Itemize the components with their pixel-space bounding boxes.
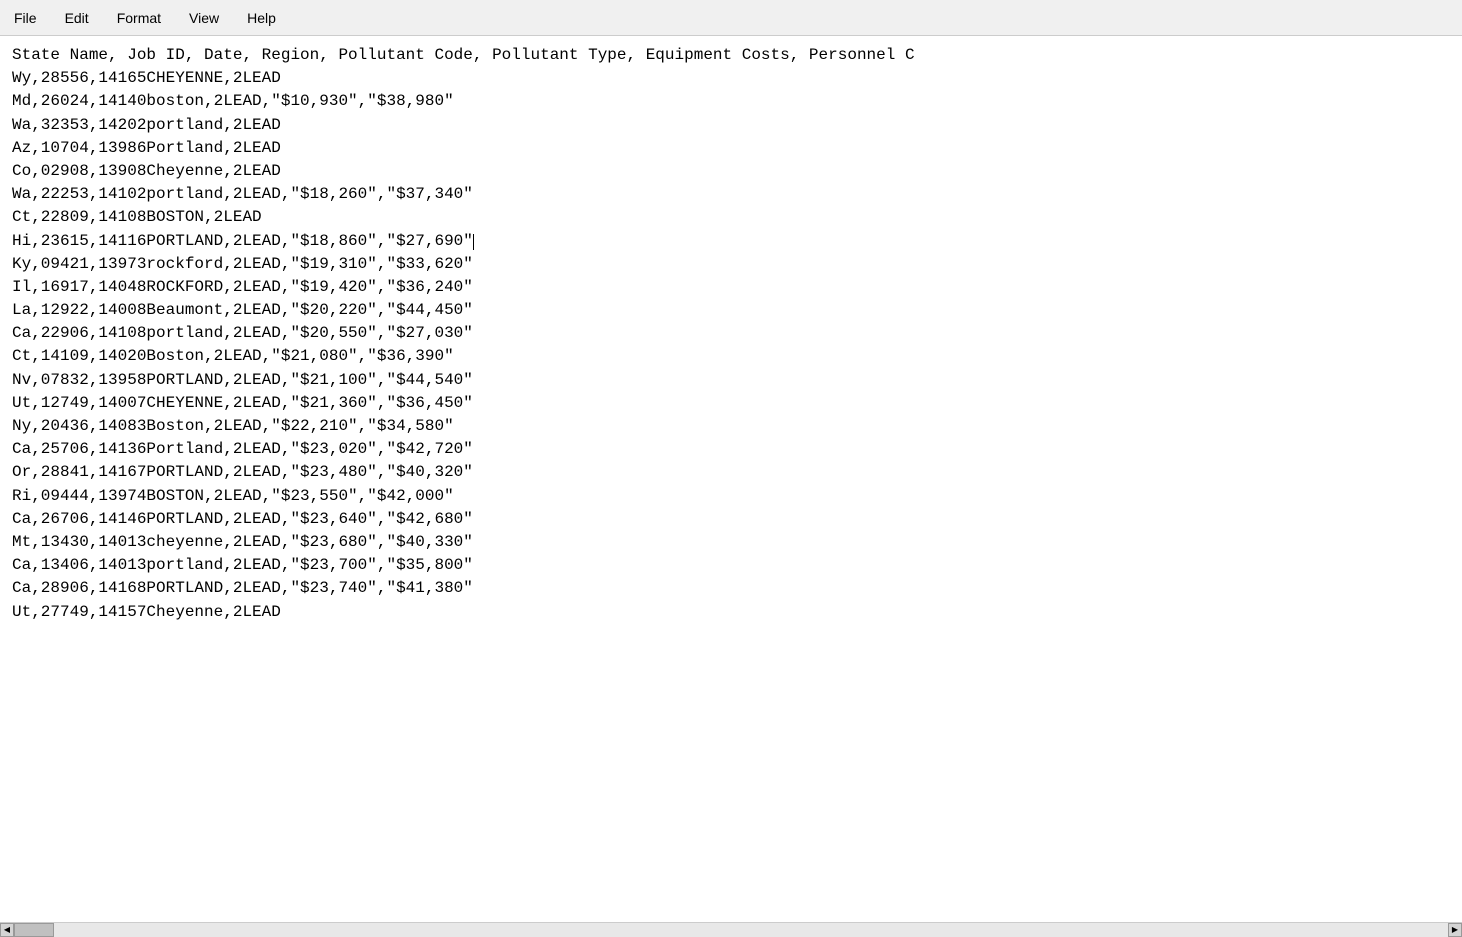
file-menu[interactable]: File [8,8,43,28]
data-line: Wa,22253,14102portland,2LEAD,"$18,260","… [12,185,473,203]
view-menu[interactable]: View [183,8,225,28]
data-line: Wa,32353,14202portland,2LEAD [12,116,281,134]
data-line: Co,02908,13908Cheyenne,2LEAD [12,162,281,180]
scroll-right-arrow[interactable]: ▶ [1448,923,1462,937]
help-menu[interactable]: Help [241,8,282,28]
format-menu[interactable]: Format [111,8,167,28]
data-line: Ca,28906,14168PORTLAND,2LEAD,"$23,740","… [12,579,473,597]
text-content: State Name, Job ID, Date, Region, Pollut… [12,44,1450,624]
data-line: Ky,09421,13973rockford,2LEAD,"$19,310","… [12,255,473,273]
horizontal-scrollbar[interactable]: ◀ ▶ [0,922,1462,936]
text-cursor [473,234,474,250]
data-line: Ny,20436,14083Boston,2LEAD,"$22,210","$3… [12,417,454,435]
data-line: Ct,14109,14020Boston,2LEAD,"$21,080","$3… [12,347,454,365]
data-line: Az,10704,13986Portland,2LEAD [12,139,281,157]
data-line: Ut,27749,14157Cheyenne,2LEAD [12,603,281,621]
data-line: Il,16917,14048ROCKFORD,2LEAD,"$19,420","… [12,278,473,296]
data-line: Ca,26706,14146PORTLAND,2LEAD,"$23,640","… [12,510,473,528]
content-area[interactable]: State Name, Job ID, Date, Region, Pollut… [0,36,1462,922]
data-line: Ri,09444,13974BOSTON,2LEAD,"$23,550","$4… [12,487,454,505]
data-line: Or,28841,14167PORTLAND,2LEAD,"$23,480","… [12,463,473,481]
data-line: Hi,23615,14116PORTLAND,2LEAD,"$18,860","… [12,232,474,250]
scroll-thumb[interactable] [14,923,54,937]
data-line: Mt,13430,14013cheyenne,2LEAD,"$23,680","… [12,533,473,551]
data-line: Md,26024,14140boston,2LEAD,"$10,930","$3… [12,92,454,110]
data-line: Ca,25706,14136Portland,2LEAD,"$23,020","… [12,440,473,458]
data-line: Wy,28556,14165CHEYENNE,2LEAD [12,69,281,87]
data-line: Ca,22906,14108portland,2LEAD,"$20,550","… [12,324,473,342]
scroll-left-arrow[interactable]: ◀ [0,923,14,937]
data-line: Ct,22809,14108BOSTON,2LEAD [12,208,262,226]
data-line: Ca,13406,14013portland,2LEAD,"$23,700","… [12,556,473,574]
data-line: Nv,07832,13958PORTLAND,2LEAD,"$21,100","… [12,371,473,389]
scroll-track[interactable] [14,923,1448,937]
edit-menu[interactable]: Edit [59,8,95,28]
menu-bar: File Edit Format View Help [0,0,1462,36]
header-line: State Name, Job ID, Date, Region, Pollut… [12,46,915,64]
data-line: La,12922,14008Beaumont,2LEAD,"$20,220","… [12,301,473,319]
data-line: Ut,12749,14007CHEYENNE,2LEAD,"$21,360","… [12,394,473,412]
